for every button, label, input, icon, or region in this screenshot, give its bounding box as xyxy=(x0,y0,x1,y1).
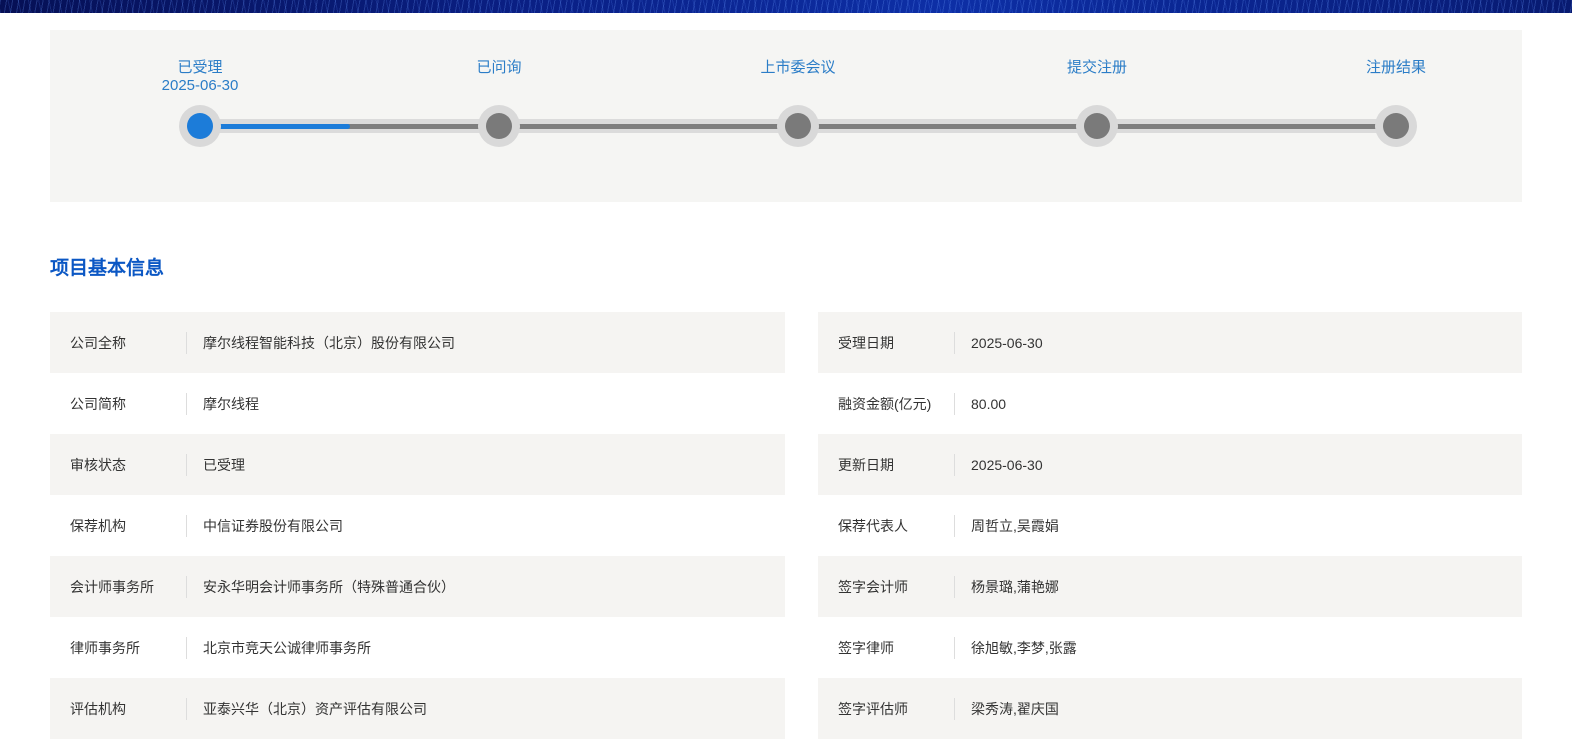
field-label: 律师事务所 xyxy=(70,639,140,656)
timeline-node-dot-4 xyxy=(1084,113,1110,139)
label-value-divider xyxy=(186,697,187,720)
field-label: 融资金额(亿元) xyxy=(838,395,932,412)
field-value: 北京市竞天公诚律师事务所 xyxy=(203,639,371,656)
field-label: 签字律师 xyxy=(838,639,894,656)
label-value-divider xyxy=(954,575,955,598)
field-value: 80.00 xyxy=(971,395,1007,412)
info-row: 签字会计师 杨景璐,蒲艳娜 xyxy=(818,556,1522,617)
label-value-divider xyxy=(954,697,955,720)
info-row: 审核状态 已受理 xyxy=(50,434,785,495)
field-label: 审核状态 xyxy=(70,456,126,473)
field-label: 保荐机构 xyxy=(70,517,126,534)
info-row: 律师事务所 北京市竞天公诚律师事务所 xyxy=(50,617,785,678)
timeline-line-progress xyxy=(200,124,350,129)
audit-progress-timeline: 已受理 2025-06-30 已问询 上市委会议 提交注册 注册结果 xyxy=(50,30,1522,202)
timeline-node-ring-2 xyxy=(478,105,520,147)
timeline-node-ring-3 xyxy=(777,105,819,147)
field-value: 徐旭敏,李梦,张露 xyxy=(971,639,1077,656)
info-row: 更新日期 2025-06-30 xyxy=(818,434,1522,495)
field-value: 亚泰兴华（北京）资产评估有限公司 xyxy=(203,700,427,717)
field-label: 公司全称 xyxy=(70,334,126,351)
project-info-table: 公司全称 摩尔线程智能科技（北京）股份有限公司公司简称 摩尔线程审核状态 已受理保荐机… xyxy=(50,312,1522,739)
info-row: 融资金额(亿元) 80.00 xyxy=(818,373,1522,434)
timeline-node-dot-2 xyxy=(486,113,512,139)
timeline-step-label-1: 已受理 xyxy=(177,59,223,76)
timeline-node-ring-1 xyxy=(179,105,221,147)
timeline-step-label-3: 上市委会议 xyxy=(760,59,836,76)
field-label: 保荐代表人 xyxy=(838,517,908,534)
info-row: 会计师事务所 安永华明会计师事务所（特殊普通合伙） xyxy=(50,556,785,617)
info-row: 保荐代表人 周哲立,吴霞娟 xyxy=(818,495,1522,556)
label-value-divider xyxy=(954,514,955,537)
field-value: 安永华明会计师事务所（特殊普通合伙） xyxy=(203,578,455,595)
timeline-node-dot-5 xyxy=(1383,113,1409,139)
timeline-node-dot-1 xyxy=(187,113,213,139)
field-value: 梁秀涛,翟庆国 xyxy=(971,700,1059,717)
label-value-divider xyxy=(186,575,187,598)
field-label: 公司简称 xyxy=(70,395,126,412)
label-value-divider xyxy=(954,453,955,476)
timeline-node-ring-5 xyxy=(1375,105,1417,147)
field-label: 会计师事务所 xyxy=(70,578,154,595)
field-value: 2025-06-30 xyxy=(971,334,1043,351)
info-row: 公司全称 摩尔线程智能科技（北京）股份有限公司 xyxy=(50,312,785,373)
timeline-node-dot-3 xyxy=(785,113,811,139)
label-value-divider xyxy=(186,514,187,537)
info-row: 公司简称 摩尔线程 xyxy=(50,373,785,434)
field-value: 摩尔线程智能科技（北京）股份有限公司 xyxy=(203,334,455,351)
field-value: 摩尔线程 xyxy=(203,395,259,412)
timeline-step-label-4: 提交注册 xyxy=(1066,59,1128,76)
label-value-divider xyxy=(186,331,187,354)
section-title: 项目基本信息 xyxy=(50,258,165,279)
field-value: 杨景璐,蒲艳娜 xyxy=(971,578,1059,595)
field-value: 已受理 xyxy=(203,456,245,473)
field-value: 周哲立,吴霞娟 xyxy=(971,517,1059,534)
info-row: 受理日期 2025-06-30 xyxy=(818,312,1522,373)
label-value-divider xyxy=(186,392,187,415)
field-label: 签字会计师 xyxy=(838,578,908,595)
timeline-step-date-1: 2025-06-30 xyxy=(161,77,239,94)
label-value-divider xyxy=(954,392,955,415)
timeline-node-ring-4 xyxy=(1076,105,1118,147)
field-value: 2025-06-30 xyxy=(971,456,1043,473)
field-label: 评估机构 xyxy=(70,700,126,717)
info-row: 评估机构 亚泰兴华（北京）资产评估有限公司 xyxy=(50,678,785,739)
info-column-right: 受理日期 2025-06-30 融资金额(亿元) 80.00 更新日期 2025-06-3… xyxy=(818,312,1522,739)
timeline-step-label-5: 注册结果 xyxy=(1365,59,1427,76)
label-value-divider xyxy=(186,636,187,659)
info-row: 签字律师 徐旭敏,李梦,张露 xyxy=(818,617,1522,678)
field-value: 中信证券股份有限公司 xyxy=(203,517,343,534)
info-row: 签字评估师 梁秀涛,翟庆国 xyxy=(818,678,1522,739)
timeline-step-label-2: 已问询 xyxy=(476,59,522,76)
info-column-left: 公司全称 摩尔线程智能科技（北京）股份有限公司公司简称 摩尔线程审核状态 已受理保荐机… xyxy=(50,312,785,739)
label-value-divider xyxy=(954,331,955,354)
field-label: 受理日期 xyxy=(838,334,894,351)
info-row: 保荐机构 中信证券股份有限公司 xyxy=(50,495,785,556)
top-banner-decoration xyxy=(0,0,1572,13)
field-label: 更新日期 xyxy=(838,456,894,473)
label-value-divider xyxy=(954,636,955,659)
field-label: 签字评估师 xyxy=(838,700,908,717)
label-value-divider xyxy=(186,453,187,476)
